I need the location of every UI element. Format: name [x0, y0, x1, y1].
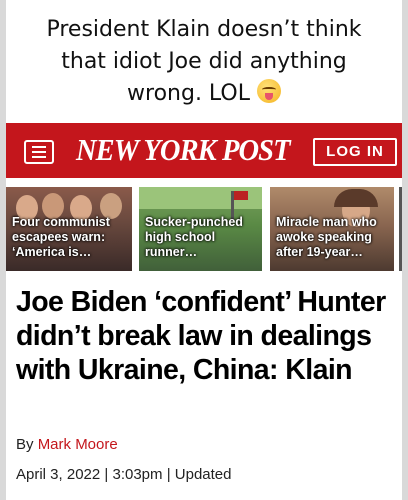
site-logo[interactable]: NEW YORK POST — [76, 132, 291, 168]
article-headline: Joe Biden ‘confident’ Hunter didn’t brea… — [16, 286, 386, 386]
story-title: Four communist escapees warn: ‘America i… — [12, 215, 110, 259]
article-timestamp: April 3, 2022 | 3:03pm | Updated — [16, 466, 232, 483]
login-button[interactable]: LOG IN — [313, 138, 397, 166]
byline-prefix: By — [16, 436, 34, 453]
article-date: April 3, 2022 — [16, 466, 101, 483]
next-story-peek — [399, 187, 402, 271]
timestamp-separator: | — [104, 466, 109, 483]
hamburger-menu-icon[interactable] — [24, 140, 54, 164]
story-title: Miracle man who awoke speaking after 19-… — [276, 215, 377, 259]
story-card[interactable]: Four communist escapees warn: ‘America i… — [6, 187, 132, 271]
post-caption: President Klain doesn’t think that idiot… — [6, 14, 402, 110]
author-link[interactable]: Mark Moore — [38, 436, 118, 453]
site-header: NEW YORK POST LOG IN — [6, 123, 402, 178]
story-card[interactable]: Miracle man who awoke speaking after 19-… — [270, 187, 394, 271]
story-title: Sucker-punched high school runner… — [145, 215, 243, 259]
caption-line-3: wrong. LOL — [6, 78, 402, 110]
screenshot-frame: President Klain doesn’t think that idiot… — [6, 0, 402, 500]
article-byline: By Mark Moore — [16, 436, 118, 453]
article-time: 3:03pm — [112, 466, 163, 483]
caption-line-2: that idiot Joe did anything — [61, 49, 347, 74]
story-card[interactable]: Sucker-punched high school runner… — [139, 187, 262, 271]
tongue-face-emoji-icon — [256, 79, 281, 103]
timestamp-separator: | — [166, 466, 171, 483]
updated-label: Updated — [174, 466, 232, 483]
trending-stories-strip: Four communist escapees warn: ‘America i… — [6, 187, 402, 271]
caption-line-3-text: wrong. LOL — [127, 81, 250, 106]
caption-line-1: President Klain doesn’t think — [46, 17, 362, 42]
